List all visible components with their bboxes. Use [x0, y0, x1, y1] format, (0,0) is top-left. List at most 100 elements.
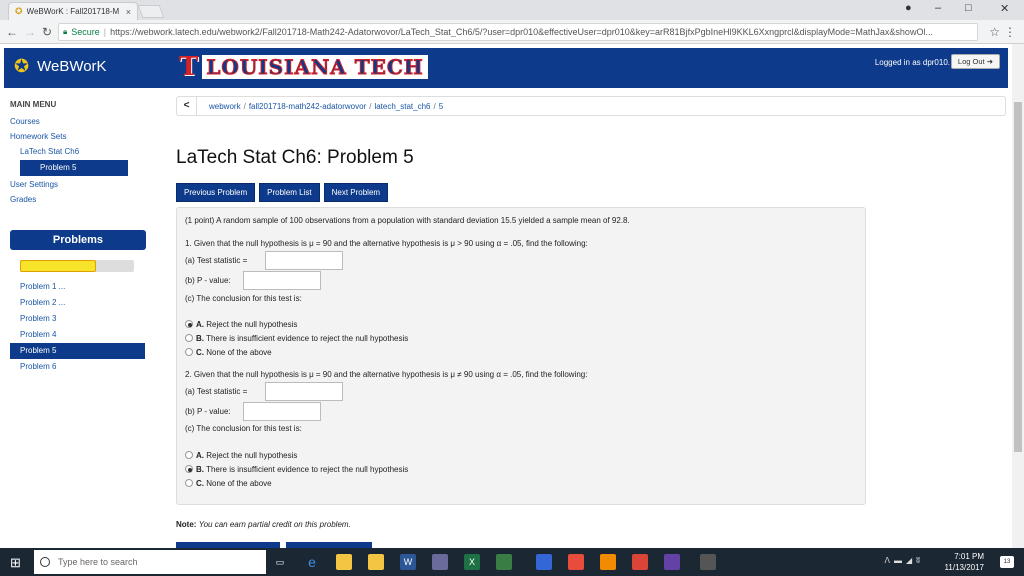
previous-problem-button[interactable]: Previous Problem — [176, 183, 256, 202]
q1-conclusion-label: (c) The conclusion for this test is: — [185, 294, 302, 303]
q2-option-c[interactable]: C. None of the above — [185, 479, 272, 488]
minimize-button[interactable]: – — [935, 2, 941, 14]
problem-item-6[interactable]: Problem 6 — [10, 359, 146, 375]
clock[interactable]: 7:01 PM 11/13/2017 — [945, 551, 984, 573]
breadcrumb-back-button[interactable]: < — [177, 97, 197, 115]
problem-item-5[interactable]: Problem 5 — [10, 343, 145, 359]
breadcrumb-path: webwork / fall201718-math242-adatorwovor / l… — [209, 101, 444, 111]
problem-list: Problem 1 ... Problem 2 ... Problem 3 Pr… — [10, 279, 146, 375]
twitch-icon[interactable] — [664, 554, 680, 570]
partial-credit-note: Note: You can earn partial credit on thi… — [176, 520, 351, 529]
q1-p-value-input[interactable] — [243, 271, 321, 290]
q2-prompt: 2. Given that the null hypothesis is μ =… — [185, 370, 588, 379]
maximize-button[interactable]: □ — [965, 2, 972, 14]
next-problem-button[interactable]: Next Problem — [323, 183, 389, 202]
account-icon[interactable]: ● — [905, 2, 912, 14]
reload-icon[interactable]: ↻ — [42, 25, 52, 39]
word-icon[interactable]: W — [400, 554, 416, 570]
scrollbar-thumb[interactable] — [1014, 102, 1022, 452]
tab-title: WeBWorK : Fall201718-M — [26, 7, 120, 16]
q2-test-statistic-label: (a) Test statistic = — [185, 387, 248, 396]
excel-icon[interactable]: X — [464, 554, 480, 570]
minecraft-icon[interactable] — [496, 554, 512, 570]
problems-panel-title: Problems — [10, 230, 146, 250]
crumb-course[interactable]: fall201718-math242-adatorwovor — [249, 102, 366, 111]
system-tray-icons[interactable]: ᐱ▬◢ʬ — [884, 556, 924, 565]
steam-icon[interactable] — [700, 554, 716, 570]
q2-option-b[interactable]: B. There is insufficient evidence to rej… — [185, 465, 408, 474]
q2-test-statistic-input[interactable] — [265, 382, 343, 401]
q2-option-a[interactable]: A. Reject the null hypothesis — [185, 451, 297, 460]
q1-option-b[interactable]: B. There is insufficient evidence to rej… — [185, 334, 408, 343]
back-icon[interactable]: ← — [6, 25, 18, 39]
problem-item-4[interactable]: Problem 4 — [10, 327, 146, 343]
secure-label: Secure — [71, 27, 100, 37]
problem-list-button[interactable]: Problem List — [259, 183, 320, 202]
webwork-star-logo-icon: ✪ — [14, 56, 30, 76]
bookmark-star-icon[interactable]: ☆ — [989, 25, 1000, 39]
file-explorer-icon[interactable] — [336, 554, 352, 570]
shop-icon[interactable] — [568, 554, 584, 570]
note-label: Note: — [176, 520, 197, 529]
q2-option-b-radio[interactable] — [185, 465, 193, 473]
lt-letter: T — [179, 52, 199, 82]
menu-current-problem[interactable]: Problem 5 — [20, 160, 128, 176]
q2-conclusion-label: (c) The conclusion for this test is: — [185, 424, 302, 433]
notification-center-icon[interactable]: 13 — [1000, 556, 1014, 568]
new-tab-button[interactable] — [137, 5, 165, 18]
louisiana-tech-logo: T LOUISIANA TECH — [179, 52, 428, 82]
forward-icon[interactable]: → — [24, 25, 36, 39]
q1-option-c-radio[interactable] — [185, 348, 193, 356]
app-icon[interactable] — [432, 554, 448, 570]
tab-close-icon[interactable]: × — [126, 7, 131, 17]
sketch-icon[interactable] — [536, 554, 552, 570]
problem-item-2[interactable]: Problem 2 ... — [10, 295, 146, 311]
menu-title: MAIN MENU — [10, 100, 57, 109]
sublime-icon[interactable] — [600, 554, 616, 570]
clock-time: 7:01 PM — [954, 552, 984, 561]
menu-set-name[interactable]: LaTech Stat Ch6 — [10, 145, 146, 160]
browser-tab[interactable]: ✪ WeBWorK : Fall201718-M × — [8, 2, 138, 20]
menu-homework-sets[interactable]: Homework Sets — [10, 130, 146, 145]
q1-option-c[interactable]: C. None of the above — [185, 348, 272, 357]
q2-option-a-radio[interactable] — [185, 451, 193, 459]
crumb-webwork[interactable]: webwork — [209, 102, 241, 111]
windows-start-icon[interactable]: ⊞ — [10, 555, 21, 571]
page-title: LaTech Stat Ch6: Problem 5 — [176, 147, 414, 168]
menu-courses[interactable]: Courses — [10, 115, 146, 130]
close-window-button[interactable]: ✕ — [1000, 2, 1009, 15]
menu-user-settings[interactable]: User Settings — [10, 178, 146, 193]
q1-option-b-radio[interactable] — [185, 334, 193, 342]
problem-item-3[interactable]: Problem 3 — [10, 311, 146, 327]
edge-icon[interactable]: e — [304, 554, 320, 570]
cortana-icon — [40, 557, 50, 567]
store-icon[interactable] — [368, 554, 384, 570]
browser-menu-icon[interactable]: ⋮ — [1004, 25, 1016, 39]
browser-tab-bar: ✪ WeBWorK : Fall201718-M × ● – □ ✕ — [0, 0, 1024, 20]
q2-option-c-radio[interactable] — [185, 479, 193, 487]
crumb-set[interactable]: latech_stat_ch6 — [374, 102, 430, 111]
url-separator: | — [103, 27, 107, 37]
q2-p-value-label: (b) P - value: — [185, 407, 231, 416]
problem-intro: (1 point) A random sample of 100 observa… — [185, 216, 630, 225]
task-view-icon[interactable]: ▭ — [272, 554, 288, 570]
address-bar: ← → ↻ 🔒︎ Secure | https://webwork.latech… — [0, 20, 1024, 44]
brand-name: WeBWorK — [37, 58, 107, 75]
q1-option-a-radio[interactable] — [185, 320, 193, 328]
webwork-header: ✪ WeBWorK T LOUISIANA TECH Logged in as … — [4, 48, 1008, 88]
logout-button[interactable]: Log Out ➜ — [950, 54, 1000, 69]
webwork-brand[interactable]: ✪ WeBWorK — [14, 56, 107, 77]
problem-item-1[interactable]: Problem 1 ... — [10, 279, 146, 295]
q1-prompt: 1. Given that the null hypothesis is μ =… — [185, 239, 588, 248]
page-scrollbar[interactable] — [1012, 44, 1024, 548]
progress-bar — [20, 260, 134, 272]
microphone-icon[interactable]: 🎙︎ — [240, 554, 256, 570]
taskbar-search-input[interactable]: Type here to search — [34, 550, 266, 574]
url-input[interactable]: 🔒︎ Secure | https://webwork.latech.edu/w… — [58, 23, 978, 41]
logout-icon: ➜ — [986, 57, 993, 66]
menu-grades[interactable]: Grades — [10, 193, 146, 208]
chrome-icon[interactable] — [632, 554, 648, 570]
q2-p-value-input[interactable] — [243, 402, 321, 421]
q1-option-a[interactable]: A. Reject the null hypothesis — [185, 320, 297, 329]
q1-test-statistic-input[interactable] — [265, 251, 343, 270]
